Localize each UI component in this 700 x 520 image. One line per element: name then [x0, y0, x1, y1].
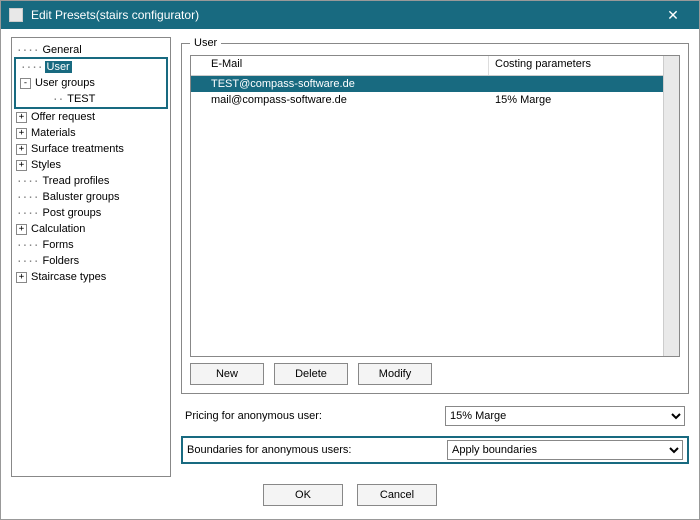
cell-costing: 15% Marge — [489, 94, 679, 106]
tree-branch-icon: ···· — [16, 175, 39, 188]
expand-icon[interactable]: + — [16, 224, 27, 235]
tree-label: Calculation — [29, 223, 87, 235]
expand-icon[interactable]: + — [16, 160, 27, 171]
column-header-costing[interactable]: Costing parameters — [489, 56, 679, 75]
listview-header: E-Mail Costing parameters — [191, 56, 679, 76]
tree-label: Post groups — [41, 207, 104, 219]
tree-item-offer-request[interactable]: + Offer request — [12, 109, 170, 125]
tree-item-surface-treatments[interactable]: + Surface treatments — [12, 141, 170, 157]
pricing-label: Pricing for anonymous user: — [185, 410, 445, 422]
boundaries-row: Boundaries for anonymous users: Apply bo… — [181, 436, 689, 464]
tree-label: User groups — [33, 77, 97, 89]
expand-icon[interactable]: + — [16, 144, 27, 155]
preset-tree[interactable]: ···· General ···· User - User groups ·· … — [11, 37, 171, 477]
tree-branch-icon: ···· — [16, 255, 39, 268]
cell-email: TEST@compass-software.de — [191, 78, 489, 90]
tree-item-general[interactable]: ···· General — [12, 42, 170, 58]
column-header-email[interactable]: E-Mail — [191, 56, 489, 75]
tree-label: General — [41, 44, 84, 56]
tree-label: Staircase types — [29, 271, 108, 283]
tree-highlight-user-group: ···· User - User groups ·· TEST — [14, 57, 168, 109]
cell-email: mail@compass-software.de — [191, 94, 489, 106]
tree-branch-icon: ···· — [20, 61, 43, 74]
app-icon — [9, 8, 23, 22]
tree-item-baluster-groups[interactable]: ···· Baluster groups — [12, 189, 170, 205]
tree-branch-icon: ·· — [52, 93, 63, 106]
tree-label: Materials — [29, 127, 78, 139]
tree-item-forms[interactable]: ···· Forms — [12, 237, 170, 253]
tree-item-folders[interactable]: ···· Folders — [12, 253, 170, 269]
expand-icon[interactable]: + — [16, 128, 27, 139]
pricing-row: Pricing for anonymous user: 15% Marge — [181, 404, 689, 428]
tree-label: Offer request — [29, 111, 97, 123]
boundaries-label: Boundaries for anonymous users: — [187, 444, 447, 456]
tree-branch-icon: ···· — [16, 191, 39, 204]
tree-branch-icon: ···· — [16, 239, 39, 252]
delete-button[interactable]: Delete — [274, 363, 348, 385]
user-listview[interactable]: E-Mail Costing parameters TEST@compass-s… — [190, 55, 680, 357]
tree-item-calculation[interactable]: + Calculation — [12, 221, 170, 237]
tree-label: Styles — [29, 159, 63, 171]
scrollbar[interactable] — [663, 56, 679, 356]
boundaries-select[interactable]: Apply boundaries — [447, 440, 683, 460]
tree-item-materials[interactable]: + Materials — [12, 125, 170, 141]
tree-label: Forms — [41, 239, 76, 251]
expand-icon[interactable]: + — [16, 272, 27, 283]
tree-label: Folders — [41, 255, 82, 267]
right-pane: User E-Mail Costing parameters TEST@comp… — [181, 37, 689, 477]
list-row[interactable]: TEST@compass-software.de — [191, 76, 679, 92]
tree-branch-icon: ···· — [16, 207, 39, 220]
tree-label: Baluster groups — [41, 191, 122, 203]
tree-label: User — [45, 61, 72, 73]
ok-button[interactable]: OK — [263, 484, 343, 506]
modify-button[interactable]: Modify — [358, 363, 432, 385]
expand-icon[interactable]: + — [16, 112, 27, 123]
user-group-legend: User — [190, 37, 221, 49]
close-icon[interactable]: ✕ — [655, 1, 691, 29]
list-row[interactable]: mail@compass-software.de 15% Marge — [191, 92, 679, 108]
cancel-button[interactable]: Cancel — [357, 484, 437, 506]
tree-item-staircase-types[interactable]: + Staircase types — [12, 269, 170, 285]
tree-label: Surface treatments — [29, 143, 126, 155]
tree-item-user-groups[interactable]: - User groups — [16, 75, 166, 91]
tree-item-user[interactable]: ···· User — [16, 59, 166, 75]
tree-label: TEST — [65, 93, 97, 105]
tree-item-styles[interactable]: + Styles — [12, 157, 170, 173]
window-title: Edit Presets(stairs configurator) — [31, 8, 655, 22]
tree-label: Tread profiles — [41, 175, 112, 187]
tree-branch-icon: ···· — [16, 44, 39, 57]
new-button[interactable]: New — [190, 363, 264, 385]
tree-item-tread-profiles[interactable]: ···· Tread profiles — [12, 173, 170, 189]
titlebar: Edit Presets(stairs configurator) ✕ — [1, 1, 699, 29]
collapse-icon[interactable]: - — [20, 78, 31, 89]
user-groupbox: User E-Mail Costing parameters TEST@comp… — [181, 37, 689, 394]
pricing-select[interactable]: 15% Marge — [445, 406, 685, 426]
tree-item-test[interactable]: ·· TEST — [16, 91, 166, 107]
dialog-button-row: OK Cancel — [1, 477, 699, 513]
tree-item-post-groups[interactable]: ···· Post groups — [12, 205, 170, 221]
